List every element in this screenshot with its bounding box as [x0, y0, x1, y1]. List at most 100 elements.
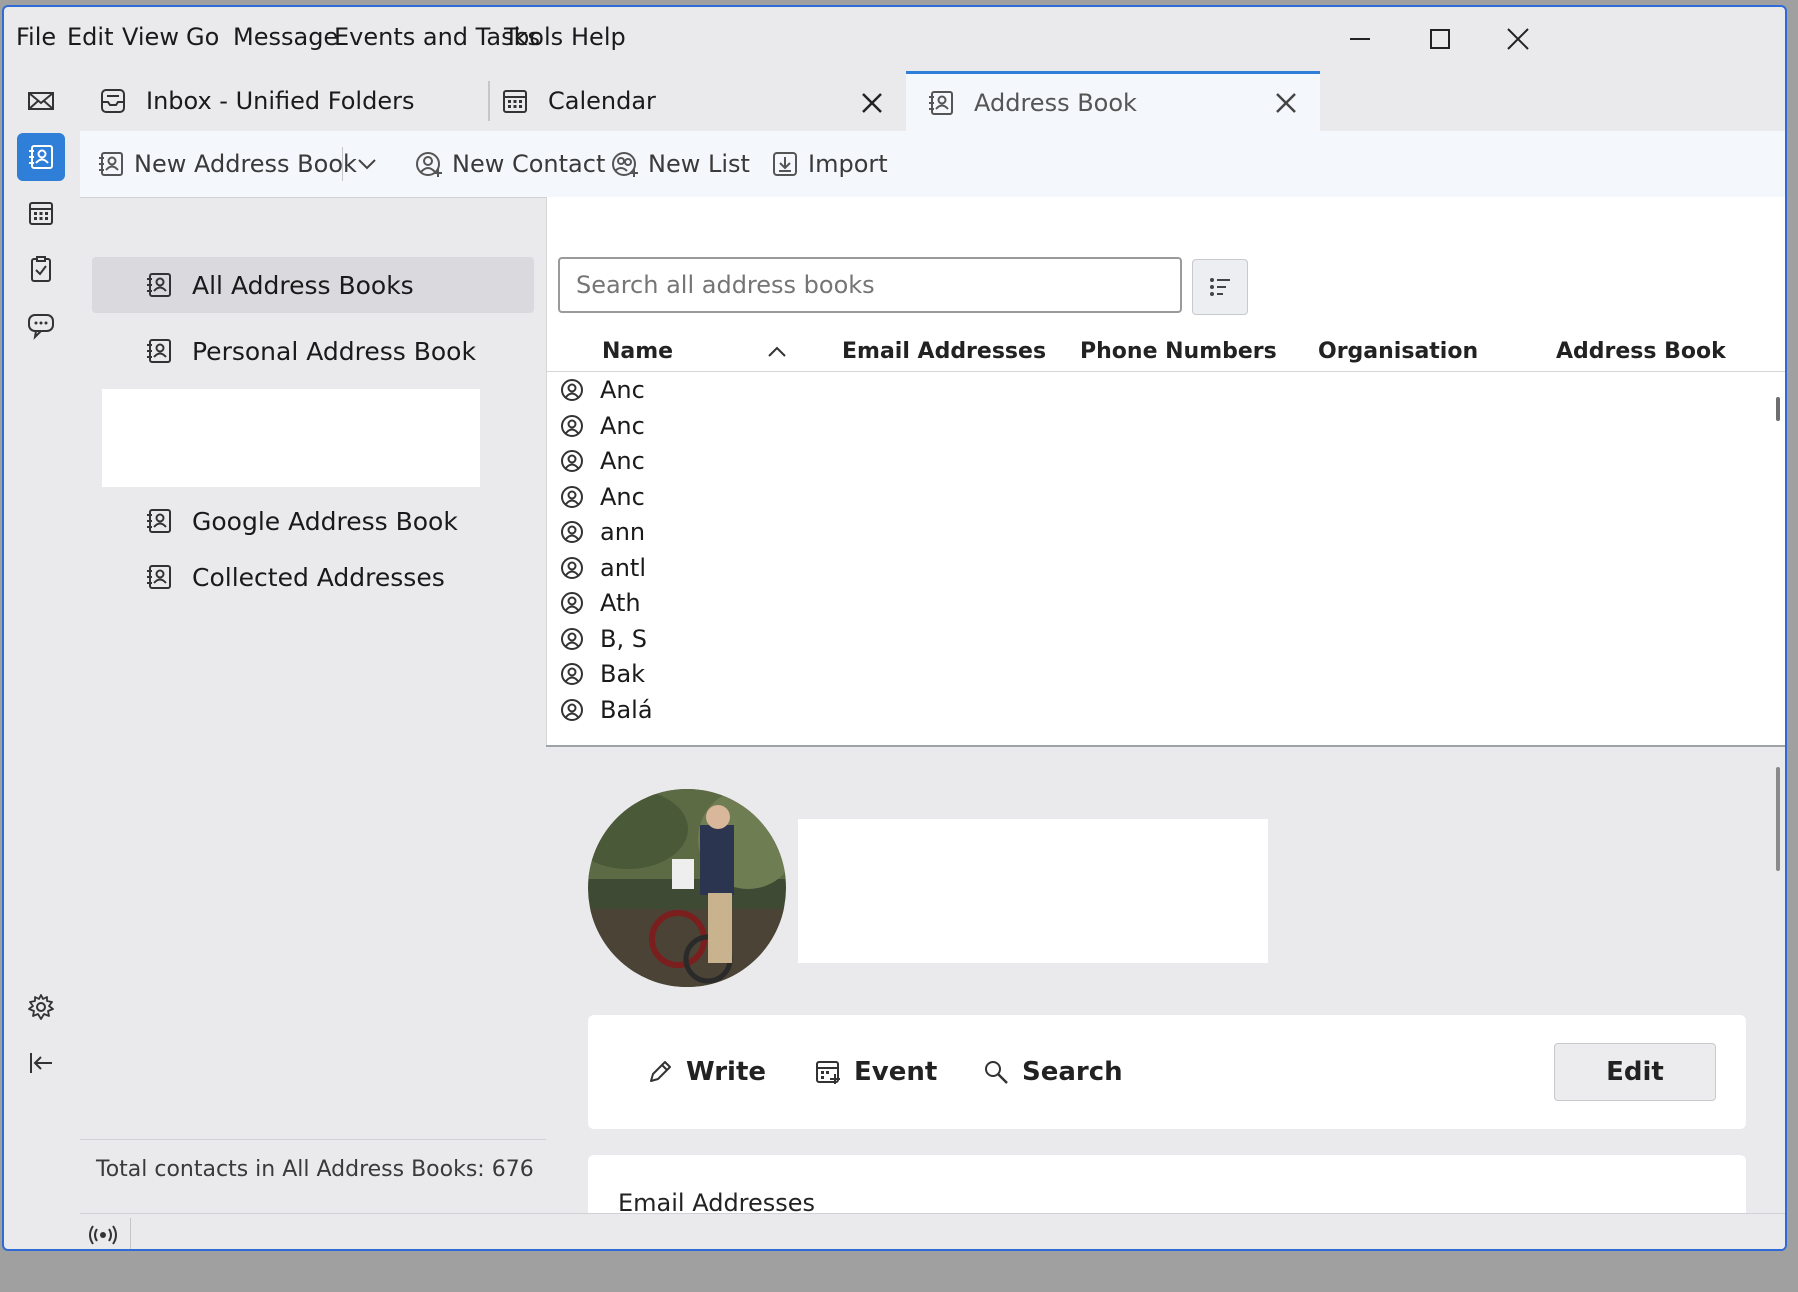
- contact-name: Bak: [600, 660, 646, 688]
- column-address-book[interactable]: Address Book: [1556, 339, 1726, 364]
- book-label: Collected Addresses: [192, 562, 445, 592]
- tasks-icon: [31, 256, 51, 282]
- table-row[interactable]: B, S: [560, 622, 647, 656]
- tab-inbox[interactable]: Inbox - Unified Folders: [80, 71, 488, 131]
- book-personal-address-book[interactable]: Personal Address Book: [92, 323, 534, 379]
- mail-icon: [28, 92, 54, 110]
- menu-view[interactable]: View: [122, 23, 179, 51]
- contact-name: antl: [600, 554, 646, 582]
- minimize-icon[interactable]: [1340, 19, 1380, 59]
- contact-icon: [561, 699, 583, 721]
- contact-name: Ath: [600, 589, 641, 617]
- collapse-spaces-button[interactable]: [17, 1039, 65, 1087]
- sort-ascending-icon[interactable]: [764, 339, 790, 365]
- contact-avatar: [588, 789, 786, 987]
- address-book-icon: [147, 339, 171, 363]
- list-options-button[interactable]: [1192, 259, 1248, 315]
- table-row[interactable]: Balá: [560, 693, 653, 727]
- new-list-button[interactable]: New List: [610, 149, 750, 179]
- new-address-book-button[interactable]: New Address Book: [96, 149, 357, 179]
- collapse-left-icon: [30, 1053, 52, 1073]
- address-book-toolbar: New Address Book New Contact New List Im…: [80, 131, 1785, 198]
- event-button[interactable]: Event: [814, 1057, 937, 1087]
- edit-contact-button[interactable]: Edit: [1554, 1043, 1716, 1101]
- button-label: Search: [1022, 1057, 1123, 1087]
- column-email-addresses[interactable]: Email Addresses: [842, 339, 1046, 364]
- menu-go[interactable]: Go: [186, 23, 219, 51]
- button-label: Event: [854, 1057, 938, 1087]
- tab-separator: [488, 81, 490, 121]
- list-scrollbar-thumb[interactable]: [1776, 397, 1780, 421]
- menu-message[interactable]: Message: [233, 23, 338, 51]
- import-button[interactable]: Import: [770, 149, 888, 179]
- contact-icon: [561, 450, 583, 472]
- book-collected-addresses[interactable]: Collected Addresses: [92, 549, 534, 605]
- table-row[interactable]: Anc: [560, 373, 645, 407]
- close-window-icon[interactable]: [1498, 19, 1538, 59]
- redacted-area: [102, 389, 480, 487]
- maximize-icon[interactable]: [1420, 19, 1460, 59]
- book-google-address-book[interactable]: Google Address Book: [92, 493, 534, 549]
- column-organisation[interactable]: Organisation: [1318, 339, 1478, 364]
- address-book-icon: [147, 565, 171, 589]
- contact-icon: [561, 628, 583, 650]
- menu-edit[interactable]: Edit: [67, 23, 113, 51]
- tab-address-book[interactable]: Address Book: [906, 71, 1320, 131]
- write-button[interactable]: Write: [646, 1057, 766, 1087]
- gear-icon: [28, 994, 54, 1020]
- tasks-space-button[interactable]: [17, 245, 65, 293]
- menu-help[interactable]: Help: [571, 23, 626, 51]
- detail-scrollbar-thumb[interactable]: [1776, 767, 1780, 871]
- menu-file[interactable]: File: [16, 23, 56, 51]
- toolbar-separator: [342, 147, 343, 181]
- list-view-icon: [1210, 278, 1230, 296]
- close-icon[interactable]: [858, 89, 886, 117]
- calendar-space-button[interactable]: [17, 189, 65, 237]
- mail-space-button[interactable]: [17, 77, 65, 125]
- tab-label: Address Book: [974, 88, 1137, 117]
- table-row[interactable]: antl: [560, 551, 646, 585]
- search-icon: [985, 1061, 1008, 1084]
- table-row[interactable]: ann: [560, 515, 645, 549]
- contact-icon: [561, 486, 583, 508]
- pencil-icon: [650, 1061, 671, 1082]
- contact-name: B, S: [600, 625, 647, 653]
- button-label: New Address Book: [134, 150, 357, 178]
- calendar-icon: [29, 202, 53, 225]
- address-book-space-button[interactable]: [17, 133, 65, 181]
- contact-name: Anc: [600, 412, 645, 440]
- table-row[interactable]: Bak: [560, 657, 645, 691]
- tab-calendar[interactable]: Calendar: [500, 71, 868, 131]
- search-input[interactable]: [558, 257, 1182, 313]
- chevron-down-icon[interactable]: [352, 149, 382, 179]
- tab-label: Calendar: [548, 87, 656, 115]
- menu-bar: File Edit View Go Message Events and Tas…: [4, 7, 1785, 71]
- new-contact-button[interactable]: New Contact: [414, 149, 605, 179]
- address-book-icon: [147, 273, 171, 297]
- contact-icon: [561, 592, 583, 614]
- chat-space-button[interactable]: [17, 301, 65, 349]
- table-row[interactable]: Ath: [560, 586, 641, 620]
- button-label: Import: [808, 150, 888, 178]
- settings-button[interactable]: [17, 983, 65, 1031]
- column-name[interactable]: Name: [602, 339, 673, 364]
- total-contacts-text: Total contacts in All Address Books: 676: [96, 1157, 534, 1182]
- sidebar-divider: [80, 1139, 546, 1140]
- book-label: Personal Address Book: [192, 336, 476, 366]
- status-bar: [80, 1213, 1785, 1249]
- close-icon[interactable]: [1272, 89, 1300, 117]
- address-books-list: All Address Books Personal Address Book …: [80, 197, 546, 1147]
- import-icon: [773, 152, 797, 176]
- search-messages-button[interactable]: Search: [982, 1057, 1123, 1087]
- calendar-add-icon: [816, 1061, 840, 1084]
- menu-tools[interactable]: Tools: [504, 23, 563, 51]
- table-row[interactable]: Anc: [560, 480, 645, 514]
- new-contact-icon: [416, 152, 442, 177]
- table-row[interactable]: Anc: [560, 409, 645, 443]
- online-status-icon[interactable]: [88, 1220, 118, 1249]
- column-phone-numbers[interactable]: Phone Numbers: [1080, 339, 1277, 364]
- table-row[interactable]: Anc: [560, 444, 645, 478]
- contact-name: Anc: [600, 483, 645, 511]
- book-all-address-books[interactable]: All Address Books: [92, 257, 534, 313]
- button-label: New List: [648, 150, 750, 178]
